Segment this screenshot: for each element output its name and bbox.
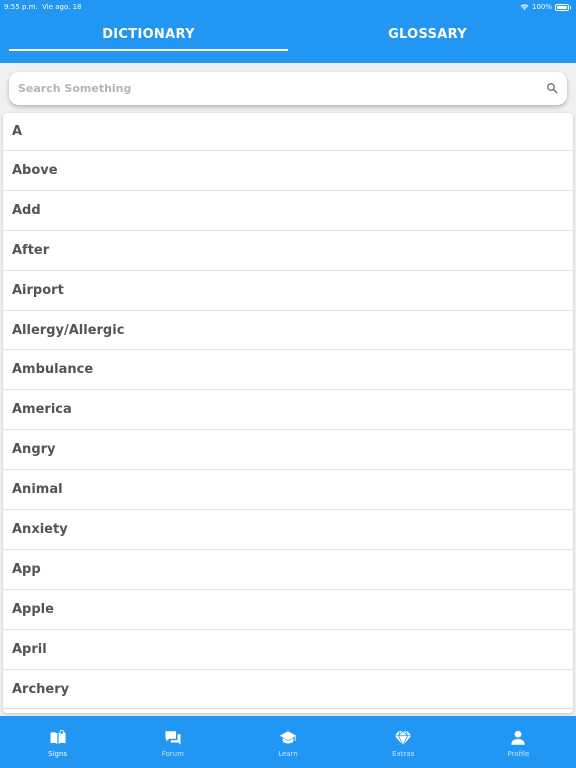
list-item[interactable]: America xyxy=(3,390,573,431)
nav-profile[interactable]: Profile xyxy=(461,716,576,768)
nav-learn[interactable]: Learn xyxy=(230,716,345,768)
search-icon[interactable] xyxy=(546,82,558,94)
bottom-nav: Signs Forum Learn Extras Profile xyxy=(0,716,576,768)
battery-percent: 100% xyxy=(531,3,552,11)
app-root: 9:55 p.m. Vie ago. 18 100% DICTIONARY GL… xyxy=(0,0,576,768)
nav-label-forum: Forum xyxy=(161,750,184,758)
list-item[interactable]: Above xyxy=(3,151,573,191)
list-item[interactable]: Airport xyxy=(3,271,573,311)
chat-icon xyxy=(165,731,181,745)
nav-label-signs: Signs xyxy=(48,750,68,758)
tab-dictionary[interactable]: DICTIONARY xyxy=(9,14,288,54)
status-time-text: 9:55 p.m. xyxy=(4,3,38,11)
nav-label-extras: Extras xyxy=(392,750,415,758)
book-icon xyxy=(50,730,66,744)
battery-icon xyxy=(555,3,571,11)
list-item[interactable]: Ambulance xyxy=(3,350,573,391)
tab-active-indicator xyxy=(9,49,288,51)
search-input[interactable] xyxy=(9,73,529,104)
nav-label-profile: Profile xyxy=(507,750,530,758)
status-time: 9:55 p.m. Vie ago. 18 xyxy=(4,1,82,13)
list-item[interactable]: After xyxy=(3,231,573,271)
nav-label-learn: Learn xyxy=(278,750,298,758)
list-item[interactable]: Angry xyxy=(3,430,573,471)
list-item[interactable]: App xyxy=(3,550,573,590)
list-item[interactable]: Apple xyxy=(3,590,573,630)
status-date-text: Vie ago. 18 xyxy=(42,3,82,11)
person-icon xyxy=(511,730,526,745)
nav-forum[interactable]: Forum xyxy=(115,716,230,768)
diamond-icon xyxy=(394,730,412,747)
graduation-cap-icon xyxy=(279,731,297,744)
list-item[interactable]: Allergy/Allergic xyxy=(3,311,573,351)
list-item[interactable]: A xyxy=(3,113,573,151)
nav-signs[interactable]: Signs xyxy=(0,716,115,768)
tab-glossary[interactable]: GLOSSARY xyxy=(288,14,567,54)
list-item[interactable]: Archery xyxy=(3,670,573,710)
list-item[interactable]: Add xyxy=(3,191,573,231)
list-item[interactable]: Anxiety xyxy=(3,510,573,550)
nav-extras[interactable]: Extras xyxy=(346,716,461,768)
wifi-icon xyxy=(520,4,529,10)
header: 9:55 p.m. Vie ago. 18 100% DICTIONARY GL… xyxy=(0,0,576,63)
search-bar xyxy=(9,72,567,105)
tab-bar: DICTIONARY GLOSSARY xyxy=(0,14,576,63)
status-right: 100% xyxy=(520,1,571,13)
word-list: A Above Add After Airport Allergy/Allergic Amb… xyxy=(3,113,573,713)
status-bar: 9:55 p.m. Vie ago. 18 100% xyxy=(0,0,576,14)
list-item[interactable]: Animal xyxy=(3,470,573,511)
list-item[interactable]: April xyxy=(3,630,573,670)
